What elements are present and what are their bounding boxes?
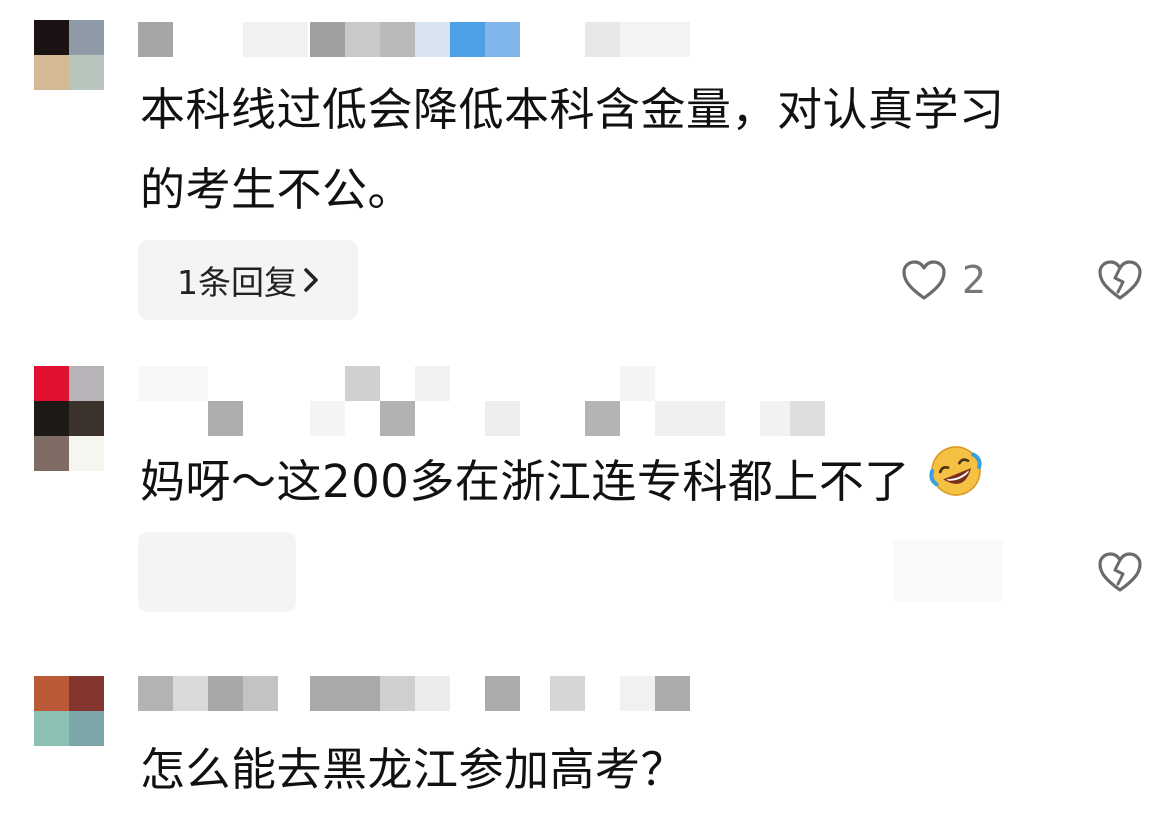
like-count: 2 [962, 258, 987, 302]
comment-text: 妈呀～这200多在浙江连专科都上不了 [140, 455, 910, 508]
view-replies-button[interactable]: 1条回复 [138, 240, 358, 320]
broken-heart-icon[interactable] [1096, 258, 1144, 302]
rofl-emoji-icon [925, 439, 987, 531]
reply-count-label: 1条回复 [177, 263, 297, 302]
broken-heart-icon[interactable] [1096, 550, 1144, 594]
comment-text-line: 怎么能去黑龙江参加高考？ [140, 743, 687, 796]
comment-item: 本科线过低会降低本科含金量，对认真学习 的考生不公。 1条回复 2 [0, 0, 1165, 330]
view-replies-button[interactable] [138, 532, 296, 612]
comment-text-line: 妈呀～这200多在浙江连专科都上不了 [140, 436, 987, 531]
username-blurred[interactable] [138, 676, 698, 711]
comment-text-line: 的考生不公。 [140, 163, 414, 216]
avatar[interactable] [34, 366, 104, 471]
avatar[interactable] [34, 676, 104, 746]
comment-item: 妈呀～这200多在浙江连专科都上不了 [0, 340, 1165, 640]
username-blurred[interactable] [138, 366, 838, 436]
avatar[interactable] [34, 20, 104, 90]
like-button[interactable] [893, 540, 1003, 602]
heart-outline-icon [900, 258, 948, 302]
chevron-right-icon [303, 267, 319, 293]
comment-item: 怎么能去黑龙江参加高考？ [0, 660, 1165, 812]
comment-text-line: 本科线过低会降低本科含金量，对认真学习 [140, 83, 1005, 136]
username-blurred[interactable] [138, 22, 698, 57]
like-button[interactable]: 2 [900, 258, 986, 302]
